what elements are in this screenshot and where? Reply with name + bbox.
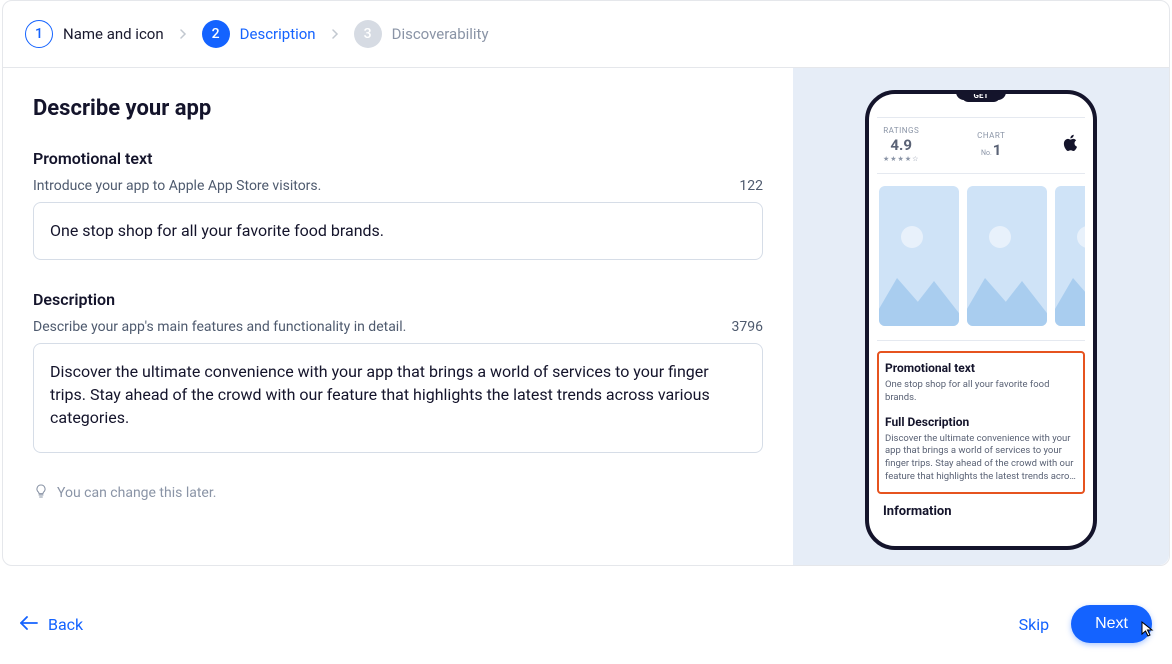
stepper: 1 Name and icon 2 Description 3 Discover… <box>3 1 1169 67</box>
arrow-left-icon <box>20 615 38 634</box>
get-pill: GET <box>962 94 1001 102</box>
preview-full-text: Discover the ultimate convenience with y… <box>885 433 1077 484</box>
step-3-circle: 3 <box>354 20 382 48</box>
description-label: Description <box>33 290 763 309</box>
screenshot-placeholder <box>1055 186 1085 326</box>
page-title: Describe your app <box>33 96 763 121</box>
step-discoverability[interactable]: 3 Discoverability <box>354 20 489 48</box>
description-input[interactable] <box>33 343 763 453</box>
ratings-value: 4.9 <box>890 136 912 154</box>
preview-full-title: Full Description <box>885 415 1077 429</box>
footer-bar: Back Skip Next <box>0 584 1172 664</box>
ratings-metric: RATINGS 4.9 ★★★★☆ <box>883 126 919 163</box>
step-3-label: Discoverability <box>392 25 489 43</box>
back-button[interactable]: Back <box>20 615 83 634</box>
step-2-label: Description <box>240 25 316 43</box>
step-description[interactable]: 2 Description <box>202 20 316 48</box>
description-help: Describe your app's main features and fu… <box>33 319 406 335</box>
screenshot-placeholder <box>967 186 1047 326</box>
screenshot-placeholder <box>879 186 959 326</box>
preview-highlight: Promotional text One stop shop for all y… <box>877 351 1085 494</box>
lightbulb-icon <box>33 483 49 503</box>
preview-promo-text: One stop shop for all your favorite food… <box>885 379 1077 405</box>
phone-mockup: GET RATINGS 4.9 ★★★★☆ CHART No. 1 <box>865 90 1097 550</box>
stepper-card: 1 Name and icon 2 Description 3 Discover… <box>2 0 1170 566</box>
promo-field: Promotional text Introduce your app to A… <box>33 149 763 264</box>
description-counter: 3796 <box>732 319 763 335</box>
promo-label: Promotional text <box>33 149 763 168</box>
content-row: Describe your app Promotional text Intro… <box>3 67 1169 565</box>
chart-metric: CHART No. 1 <box>977 131 1005 159</box>
hint-row: You can change this later. <box>33 483 763 503</box>
promo-counter: 122 <box>739 178 763 194</box>
hint-text: You can change this later. <box>57 485 216 501</box>
screenshots-row <box>877 174 1085 341</box>
chart-value: 1 <box>993 141 1002 159</box>
chevron-right-icon <box>330 29 340 39</box>
ratings-label: RATINGS <box>883 126 919 135</box>
back-label: Back <box>48 615 83 634</box>
step-1-circle: 1 <box>25 20 53 48</box>
preview-panel: GET RATINGS 4.9 ★★★★☆ CHART No. 1 <box>793 68 1169 565</box>
next-button[interactable]: Next <box>1071 605 1152 643</box>
metrics-row: RATINGS 4.9 ★★★★☆ CHART No. 1 <box>877 118 1085 174</box>
promo-help: Introduce your app to Apple App Store vi… <box>33 178 321 194</box>
phone-status-row: GET <box>877 94 1085 118</box>
form-panel: Describe your app Promotional text Intro… <box>3 68 793 565</box>
apple-icon <box>1063 134 1079 156</box>
ratings-stars: ★★★★☆ <box>883 155 919 163</box>
preview-information-title: Information <box>877 504 1085 519</box>
step-2-circle: 2 <box>202 20 230 48</box>
promo-input[interactable] <box>33 202 763 260</box>
chevron-right-icon <box>178 29 188 39</box>
preview-promo-title: Promotional text <box>885 361 1077 375</box>
description-field: Description Describe your app's main fea… <box>33 290 763 457</box>
step-name-and-icon[interactable]: 1 Name and icon <box>25 20 164 48</box>
chart-no: No. <box>981 149 992 157</box>
step-1-label: Name and icon <box>63 25 164 43</box>
skip-button[interactable]: Skip <box>1019 615 1049 634</box>
chart-label: CHART <box>977 131 1005 140</box>
